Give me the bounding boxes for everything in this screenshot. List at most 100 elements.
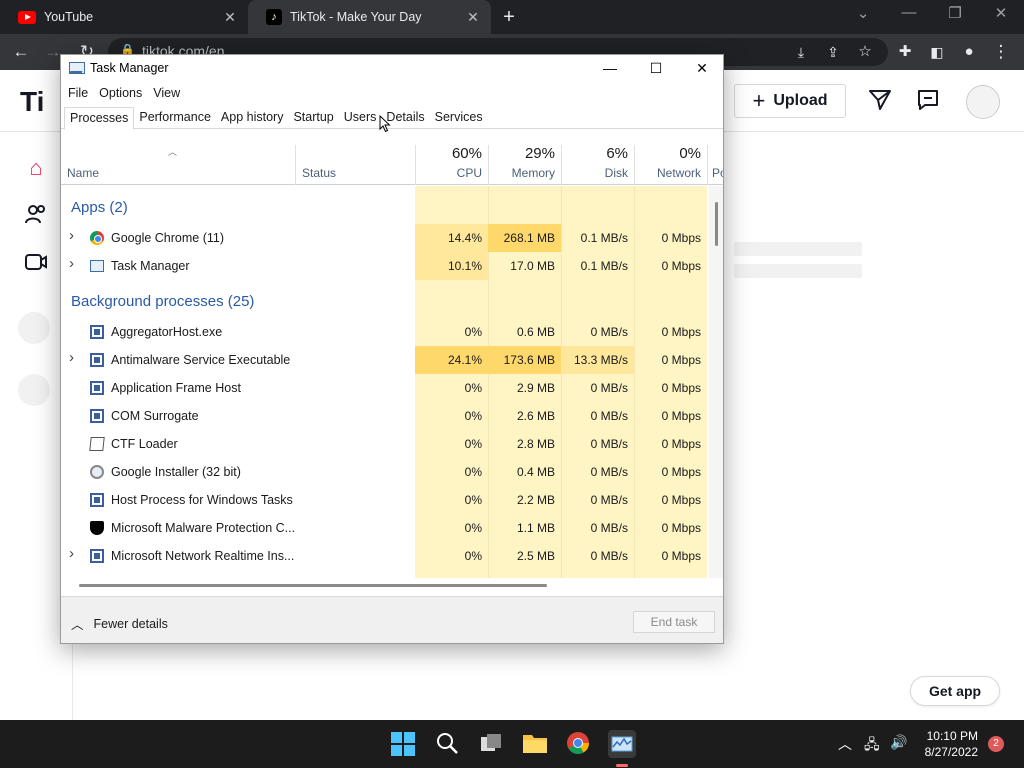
restore-icon[interactable]: ❐	[940, 4, 970, 22]
table-row[interactable]: › Task Manager 10.1% 17.0 MB 0.1 MB/s 0 Mbps	[61, 252, 709, 280]
upload-button[interactable]: + Upload	[734, 84, 846, 118]
tab-youtube[interactable]: YouTube ✕	[0, 0, 248, 34]
start-icon[interactable]	[389, 730, 417, 758]
process-name: Application Frame Host	[111, 381, 241, 395]
tab-app-history[interactable]: App history	[216, 107, 289, 129]
cell-disk: 0 MB/s	[590, 493, 628, 507]
cell-memory: 0.4 MB	[516, 465, 555, 479]
table-row[interactable]: Application Frame Host 0% 2.9 MB 0 MB/s 0 Mb…	[61, 374, 709, 402]
end-task-button[interactable]: End task	[633, 611, 715, 633]
tab-users[interactable]: Users	[339, 107, 382, 129]
column-memory[interactable]: 29% Memory	[488, 145, 561, 185]
group-header-background[interactable]: Background processes (25)	[61, 288, 709, 316]
column-disk[interactable]: 6% Disk	[561, 145, 634, 185]
extensions-icon[interactable]: ✚	[894, 42, 916, 62]
cell-disk: 0 MB/s	[590, 409, 628, 423]
menu-icon[interactable]: ⋮	[990, 42, 1012, 62]
fewer-details-button[interactable]: ︿ Fewer details	[71, 614, 168, 633]
table-row[interactable]: › Microsoft Network Realtime Ins... 0% 2.5 …	[61, 542, 709, 570]
chevron-right-icon[interactable]: ›	[69, 227, 79, 244]
column-network[interactable]: 0% Network	[634, 145, 707, 185]
vertical-scrollbar[interactable]	[709, 186, 723, 578]
install-icon[interactable]: ⤓	[790, 42, 812, 62]
following-icon[interactable]	[22, 202, 50, 230]
get-app-button[interactable]: Get app	[910, 676, 1000, 706]
close-window-icon[interactable]: ✕	[986, 4, 1016, 22]
cell-memory: 268.1 MB	[503, 231, 555, 245]
cell-memory: 2.8 MB	[516, 437, 555, 451]
volume-icon[interactable]: 🔊	[890, 734, 907, 751]
tab-processes[interactable]: Processes	[64, 107, 135, 130]
maximize-icon[interactable]: ☐	[633, 57, 679, 81]
close-icon[interactable]: ✕	[465, 9, 481, 26]
group-label: Apps (2)	[71, 199, 128, 216]
cell-network: 0 Mbps	[661, 465, 701, 479]
close-icon[interactable]: ✕	[222, 9, 238, 26]
search-icon[interactable]	[434, 730, 462, 758]
tab-tiktok[interactable]: ♪ TikTok - Make Your Day ✕	[248, 0, 491, 34]
column-cpu[interactable]: 60% CPU	[415, 145, 488, 185]
group-header-apps[interactable]: Apps (2)	[61, 194, 709, 222]
chevron-right-icon[interactable]: ›	[69, 255, 79, 272]
task-view-icon[interactable]	[478, 730, 506, 758]
close-icon[interactable]: ✕	[679, 57, 723, 81]
profile-icon[interactable]: ●	[958, 42, 980, 62]
skeleton-avatar	[18, 312, 50, 344]
chevron-right-icon[interactable]: ›	[69, 349, 79, 366]
tab-startup[interactable]: Startup	[288, 107, 338, 129]
table-row[interactable]: COM Surrogate 0% 2.6 MB 0 MB/s 0 Mbps	[61, 402, 709, 430]
clock[interactable]: 10:10 PM 8/27/2022	[908, 728, 978, 760]
menu-options[interactable]: Options	[98, 83, 148, 105]
scroll-thumb[interactable]	[715, 202, 718, 246]
network-icon[interactable]: 🖧	[864, 734, 880, 758]
horizontal-scrollbar[interactable]	[61, 578, 723, 592]
table-row[interactable]: › Antimalware Service Executable 24.1% 173.…	[61, 346, 709, 374]
chevron-up-icon[interactable]: ︿	[838, 734, 852, 754]
bookmark-star-icon[interactable]: ☆	[854, 42, 876, 62]
tiktok-logo[interactable]: Ti	[20, 86, 44, 118]
table-row[interactable]: Host Process for Windows Tasks 0% 2.2 MB 0 …	[61, 486, 709, 514]
tab-services[interactable]: Services	[430, 107, 488, 129]
process-name: Microsoft Network Realtime Ins...	[111, 549, 295, 563]
notification-badge[interactable]: 2	[988, 736, 1004, 752]
scroll-thumb[interactable]	[79, 584, 547, 587]
clock-time: 10:10 PM	[926, 729, 978, 743]
new-tab-button[interactable]: +	[498, 6, 520, 29]
task-manager-taskbar-icon[interactable]	[608, 730, 636, 758]
file-explorer-icon[interactable]	[521, 730, 549, 758]
column-power[interactable]: Po	[707, 145, 723, 185]
table-row[interactable]: › Google Chrome (11) 14.4% 268.1 MB 0.1 MB/s…	[61, 224, 709, 252]
side-panel-icon[interactable]: ◧	[926, 42, 948, 62]
table-row[interactable]: Microsoft Malware Protection C... 0% 1.1 M…	[61, 514, 709, 542]
chevron-right-icon[interactable]: ›	[69, 545, 79, 562]
process-name: Task Manager	[111, 259, 190, 273]
share-icon[interactable]: ⇪	[822, 42, 844, 62]
task-manager-icon	[90, 260, 104, 272]
tab-performance[interactable]: Performance	[134, 107, 216, 129]
live-icon[interactable]	[22, 250, 50, 278]
home-icon[interactable]: ⌂	[22, 154, 50, 182]
table-row[interactable]: CTF Loader 0% 2.8 MB 0 MB/s 0 Mbps	[61, 430, 709, 458]
back-icon[interactable]: ←	[10, 42, 32, 62]
tab-search-icon[interactable]: ⌄	[848, 4, 878, 22]
minimize-icon[interactable]: —	[894, 4, 924, 21]
table-row[interactable]: Google Installer (32 bit) 0% 0.4 MB 0 MB/s 0…	[61, 458, 709, 486]
minimize-icon[interactable]: —	[587, 57, 633, 81]
send-icon[interactable]	[867, 88, 893, 114]
table-row[interactable]: AggregatorHost.exe 0% 0.6 MB 0 MB/s 0 Mbps	[61, 318, 709, 346]
cell-network: 0 Mbps	[661, 353, 701, 367]
ctf-icon	[89, 437, 105, 451]
column-status[interactable]: Status	[295, 145, 415, 185]
cell-cpu: 0%	[464, 409, 482, 423]
menu-view[interactable]: View	[152, 83, 186, 105]
chrome-icon[interactable]	[565, 730, 593, 758]
skeleton-avatar	[18, 374, 50, 406]
clock-date: 8/27/2022	[924, 745, 978, 759]
menu-file[interactable]: File	[67, 83, 94, 105]
cell-disk: 0 MB/s	[590, 521, 628, 535]
title-bar[interactable]: Task Manager — ☐ ✕	[61, 55, 723, 83]
chevron-up-icon: ︿	[71, 618, 84, 632]
avatar[interactable]	[966, 85, 1000, 119]
column-name[interactable]: Name	[61, 145, 295, 185]
inbox-icon[interactable]	[915, 88, 941, 114]
